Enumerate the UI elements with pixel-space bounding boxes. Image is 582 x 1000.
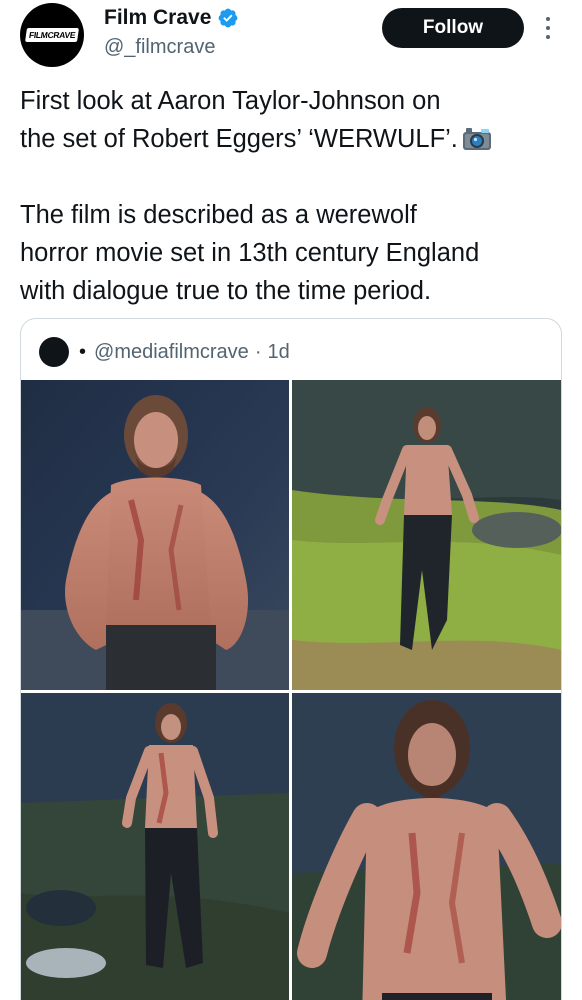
photo-3[interactable]: [21, 693, 289, 1000]
quote-bullet: •: [79, 340, 87, 363]
more-dot: [546, 26, 550, 30]
photo-4[interactable]: [292, 693, 561, 1000]
tweet-paragraph-1: First look at Aaron Taylor-Johnson on th…: [20, 82, 570, 158]
account-avatar[interactable]: FILMCRAVE: [20, 3, 84, 67]
more-options-icon[interactable]: [538, 12, 558, 44]
tweet-paragraph-2: The film is described as a werewolf horr…: [20, 201, 480, 305]
more-dot: [546, 35, 550, 39]
filmcrave-logo: FILMCRAVE: [24, 28, 80, 42]
tweet-header: FILMCRAVE Film Crave @_filmcrave Follow: [0, 0, 582, 70]
quote-avatar[interactable]: [39, 337, 69, 367]
quote-separator: ·: [254, 340, 262, 363]
photo-1[interactable]: [21, 380, 289, 690]
tweet-text: First look at Aaron Taylor-Johnson on th…: [20, 82, 570, 310]
name-row: Film Crave: [104, 6, 239, 30]
display-name[interactable]: Film Crave: [104, 6, 211, 30]
photo-grid: [21, 380, 561, 1000]
photo-2[interactable]: [292, 380, 561, 690]
verified-badge-icon: [218, 8, 238, 28]
follow-button[interactable]: Follow: [382, 8, 524, 48]
account-handle[interactable]: @_filmcrave: [104, 36, 215, 59]
camera-with-flash-icon: [462, 128, 491, 150]
quote-timestamp[interactable]: 1d: [267, 341, 289, 364]
quoted-tweet-card[interactable]: • @mediafilmcrave · 1d: [20, 318, 562, 1000]
quote-header: • @mediafilmcrave · 1d: [39, 337, 290, 367]
quote-handle[interactable]: @mediafilmcrave: [94, 341, 249, 364]
tweet-paragraph-1-text: First look at Aaron Taylor-Johnson on th…: [20, 87, 458, 153]
more-dot: [546, 17, 550, 21]
